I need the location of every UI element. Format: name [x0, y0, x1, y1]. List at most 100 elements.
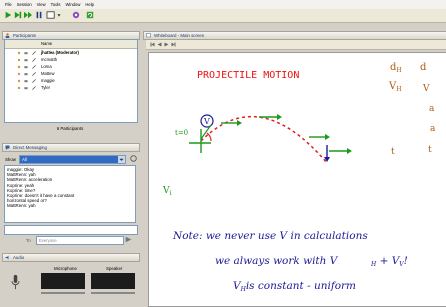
participant-name: mcmatth: [41, 57, 58, 62]
whiteboard-canvas[interactable]: PROJECTILE MOTION dH d VH V a a t t V t=…: [148, 52, 446, 307]
audio-title: Audio: [13, 255, 25, 260]
participant-row[interactable]: mcmatth: [5, 57, 137, 63]
whiteboard-tab-title[interactable]: Whiteboard - Main screen: [154, 33, 204, 38]
menu-tools[interactable]: Tools: [51, 2, 61, 7]
menu-view[interactable]: View: [37, 2, 46, 7]
note-line-3: VHis constant - uniform: [233, 280, 356, 293]
refresh-icon[interactable]: [86, 11, 94, 19]
pause-icon[interactable]: [35, 11, 43, 19]
previous-page-icon[interactable]: [157, 42, 162, 47]
participant-row[interactable]: Lorna: [5, 64, 137, 70]
camera-icon: [24, 80, 28, 83]
projectile-path: [200, 116, 328, 164]
to-label: To: [26, 238, 31, 243]
camera-icon: [24, 87, 28, 90]
audio-header: Audio: [2, 253, 140, 262]
next-page-icon[interactable]: [164, 42, 169, 47]
menu-window[interactable]: Window: [65, 2, 80, 7]
note-line-1: Note: we never use V in calculations: [172, 230, 368, 242]
step-forward-icon[interactable]: [14, 11, 22, 19]
angle-arc: [206, 132, 212, 142]
hand-icon: [17, 58, 21, 62]
speaker-volume-slider[interactable]: [91, 292, 135, 294]
participant-name: Lorna: [41, 64, 52, 69]
participant-name: jhattea (Moderator): [41, 50, 79, 55]
margin-d-label: d: [420, 62, 427, 73]
chat-icon: [5, 145, 10, 150]
speaker-icon: [5, 255, 9, 260]
chat-log: maggie: Okay MattRenn: yah MattRenn: acc…: [4, 165, 136, 223]
participants-title: Participants: [13, 33, 36, 38]
velocity-arrow-3-head: [325, 134, 330, 140]
participant-row[interactable]: Mattew: [5, 71, 137, 77]
pencil-icon: [32, 79, 36, 83]
show-select[interactable]: All: [19, 155, 126, 164]
recipient-select[interactable]: Everyone: [36, 236, 124, 245]
microphone-level-meter: [41, 273, 85, 289]
camera-icon: [24, 66, 28, 69]
menu-help[interactable]: Help: [85, 2, 94, 7]
velocity-arrow-2-head: [277, 114, 282, 120]
layout-icon[interactable]: [46, 11, 56, 19]
speaker-label: Speaker: [106, 266, 123, 271]
show-label: Show: [5, 157, 16, 162]
hand-icon: [17, 72, 21, 76]
people-icon: [5, 33, 10, 38]
hand-icon: [17, 65, 21, 69]
participant-row[interactable]: maggie: [5, 78, 137, 84]
hand-icon: [17, 51, 21, 55]
microphone-volume-slider[interactable]: [41, 292, 85, 294]
send-icon[interactable]: [125, 236, 132, 243]
menu-bar: File Session View Tools Window Help: [0, 0, 446, 9]
microphone-icon[interactable]: [11, 274, 20, 290]
pencil-icon: [32, 51, 36, 55]
first-page-icon[interactable]: [150, 42, 155, 47]
pencil-icon: [32, 72, 36, 76]
column-name-label[interactable]: Name: [41, 41, 52, 46]
margin-v-label: V: [422, 84, 430, 94]
participant-name: Mattew: [41, 71, 55, 76]
messaging-header: Direct Messaging: [2, 143, 140, 152]
margin-a-label: a: [429, 104, 435, 114]
speaker-level-meter: [91, 273, 135, 289]
pencil-icon: [32, 58, 36, 62]
menu-session[interactable]: Session: [17, 2, 32, 7]
participant-name: Tyler: [41, 85, 51, 90]
margin-t-label: t: [391, 147, 395, 157]
chat-input[interactable]: [4, 225, 138, 235]
whiteboard-heading: PROJECTILE MOTION: [197, 70, 299, 81]
whiteboard-drawing: PROJECTILE MOTION dH d VH V a a t t V t=…: [162, 62, 436, 293]
pencil-icon: [32, 65, 36, 69]
participants-column-header: Name: [5, 40, 137, 49]
whiteboard-nav-bar: [146, 40, 446, 50]
margin-a-label-2: a: [430, 124, 436, 134]
chevron-down-icon[interactable]: [57, 11, 61, 19]
last-page-icon[interactable]: [171, 42, 176, 47]
whiteboard-icon: [146, 33, 151, 38]
camera-icon: [24, 59, 28, 62]
menu-file[interactable]: File: [5, 2, 12, 7]
participant-row[interactable]: jhattea (Moderator): [5, 50, 137, 56]
participant-row[interactable]: Tyler: [5, 85, 137, 91]
camera-icon: [24, 73, 28, 76]
margin-dh-label: dH: [390, 62, 402, 74]
margin-vh-label: VH: [388, 81, 401, 93]
play-icon[interactable]: [4, 11, 12, 19]
chevron-down-icon[interactable]: [118, 156, 125, 163]
note-line-2: we always work with V: [215, 255, 339, 267]
profile-icon[interactable]: [72, 11, 80, 19]
clear-chat-icon[interactable]: [130, 155, 137, 162]
camera-icon: [24, 52, 28, 55]
hand-icon: [17, 86, 21, 90]
fast-forward-icon[interactable]: [24, 11, 32, 19]
velocity-arrow-1-head: [237, 120, 242, 126]
recipient-select-value: Everyone: [39, 238, 57, 243]
hand-icon: [17, 79, 21, 83]
initial-velocity-label: V: [203, 117, 210, 126]
note-line-2-suffix: H + VV!: [370, 255, 408, 268]
participant-name: maggie: [41, 78, 55, 83]
velocity-arrow-4-head: [347, 148, 352, 154]
microphone-label: Microphone: [54, 266, 77, 271]
t0-label: t=0: [175, 129, 188, 137]
participants-list: Name jhattea (Moderator) mcmatth Lorna M…: [4, 39, 138, 123]
